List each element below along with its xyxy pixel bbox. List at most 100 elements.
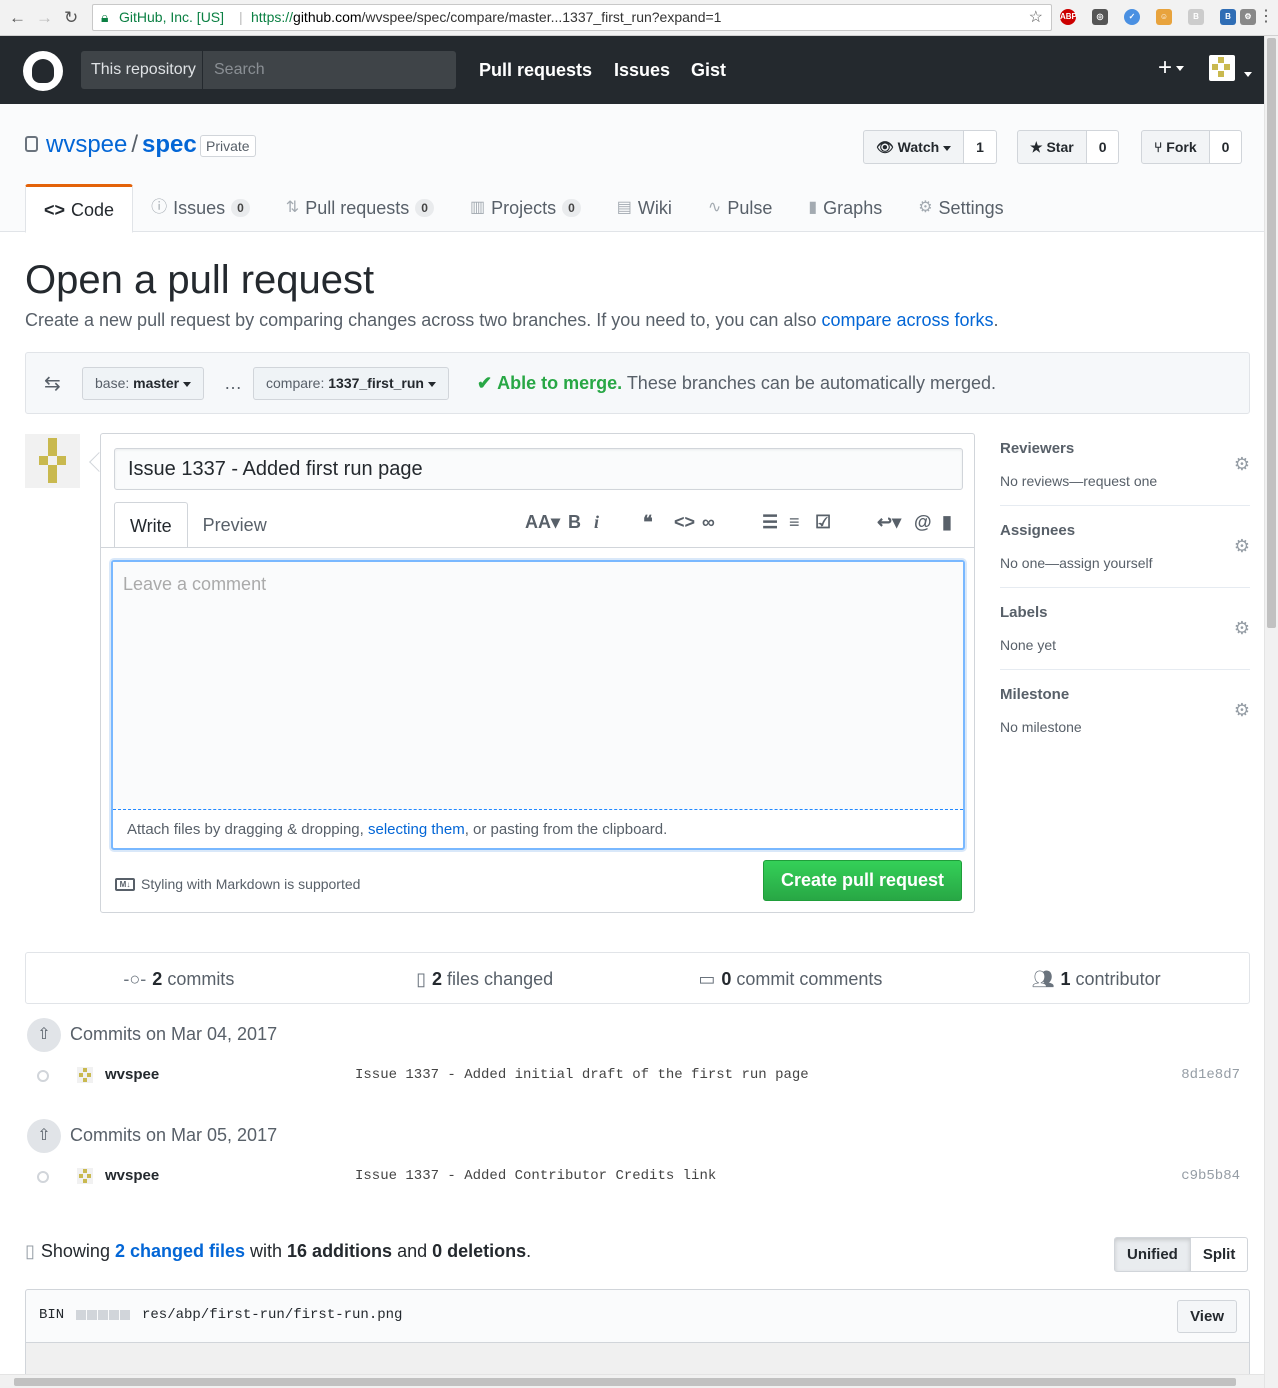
view-file-button[interactable]: View xyxy=(1177,1300,1237,1333)
star-count[interactable]: 0 xyxy=(1086,130,1120,164)
mention-icon[interactable]: @ xyxy=(914,512,932,533)
tab-write[interactable]: Write xyxy=(114,502,188,548)
compare-forks-link[interactable]: compare across forks xyxy=(821,310,993,330)
commit-author[interactable]: wvspee xyxy=(105,1167,159,1184)
file-path[interactable]: res/abp/first-run/first-run.png xyxy=(142,1307,402,1323)
base-branch-select[interactable]: base: master xyxy=(82,367,205,400)
user-menu-caret-icon[interactable] xyxy=(1240,65,1252,81)
quote-icon[interactable]: ❝ xyxy=(643,512,653,533)
commit-author[interactable]: wvspee xyxy=(105,1066,159,1083)
watch-button[interactable]: 👁︎ Watch xyxy=(863,130,965,164)
tab-issues[interactable]: ⓘ Issues 0 xyxy=(133,184,268,232)
pulse-icon: ∿ xyxy=(707,199,722,216)
comment-textarea[interactable] xyxy=(113,562,963,810)
contributors-summary[interactable]: 👥︎ 1 contributor xyxy=(943,953,1249,1003)
user-avatar[interactable] xyxy=(1209,55,1235,81)
extension-icon[interactable]: B xyxy=(1220,9,1236,25)
changed-files-link[interactable]: 2 changed files xyxy=(115,1241,245,1261)
extension-icon[interactable]: ☺ xyxy=(1156,9,1172,25)
extension-icon[interactable]: B xyxy=(1188,9,1204,25)
assignees-value[interactable]: No one—assign yourself xyxy=(1000,555,1250,571)
adblock-extension-icon[interactable]: ABP xyxy=(1060,9,1077,25)
bookmark-icon[interactable]: ▮ xyxy=(942,512,952,533)
commit-message[interactable]: Issue 1337 - Added initial draft of the … xyxy=(355,1067,809,1083)
assignees-section: Assignees No one—assign yourself ⚙ xyxy=(1000,522,1250,588)
unified-view-button[interactable]: Unified xyxy=(1114,1237,1191,1272)
repo-name-link[interactable]: spec xyxy=(142,131,197,158)
merge-status: ✔ Able to merge. These branches can be a… xyxy=(477,373,997,393)
extension-icon[interactable]: ⚙ xyxy=(1240,9,1256,25)
horizontal-scrollbar[interactable] xyxy=(0,1374,1264,1388)
back-icon[interactable]: ← xyxy=(9,9,26,27)
bold-icon[interactable]: B xyxy=(568,512,581,533)
issue-icon: ⓘ xyxy=(151,199,168,216)
tab-wiki[interactable]: ▤ Wiki xyxy=(599,184,690,232)
bookmark-star-icon[interactable]: ☆ xyxy=(1029,5,1043,30)
files-summary[interactable]: ▯ 2 files changed xyxy=(332,953,638,1003)
browser-menu-icon[interactable]: ⋮ xyxy=(1258,8,1274,26)
reload-icon[interactable]: ↻ xyxy=(64,9,78,27)
commit-sha[interactable]: c9b5b84 xyxy=(1181,1168,1240,1184)
star-button[interactable]: ★ Star xyxy=(1017,130,1087,164)
extension-icon[interactable]: ◎ xyxy=(1092,9,1108,25)
link-icon[interactable]: ∞ xyxy=(702,512,715,533)
compare-branch-select[interactable]: compare: 1337_first_run xyxy=(253,367,449,400)
scrollbar-thumb[interactable] xyxy=(14,1378,1236,1386)
tab-pulse[interactable]: ∿ Pulse xyxy=(690,184,790,232)
fork-count[interactable]: 0 xyxy=(1209,130,1243,164)
tab-preview[interactable]: Preview xyxy=(188,502,282,548)
tab-projects[interactable]: ▥ Projects 0 xyxy=(452,184,599,232)
comments-summary[interactable]: ▭ 0 commit comments xyxy=(638,953,944,1003)
search-scope[interactable]: This repository xyxy=(81,51,203,89)
reply-icon[interactable]: ↩▾ xyxy=(877,512,901,533)
create-pull-request-button[interactable]: Create pull request xyxy=(763,860,962,901)
star-icon: ★ xyxy=(1030,139,1043,155)
commit-message[interactable]: Issue 1337 - Added Contributor Credits l… xyxy=(355,1168,716,1184)
forward-icon[interactable]: → xyxy=(36,9,53,27)
tab-graphs[interactable]: ▮ Graphs xyxy=(790,184,900,232)
commit-dot-icon xyxy=(37,1070,49,1082)
secure-lock-icon: 🔒︎ xyxy=(101,9,109,25)
extension-icon[interactable]: ✓ xyxy=(1124,9,1140,25)
tab-code[interactable]: <> Code xyxy=(25,184,134,233)
numbered-list-icon[interactable]: ≡ xyxy=(789,512,800,533)
scrollbar-thumb[interactable] xyxy=(1267,38,1276,628)
create-new-icon[interactable]: + xyxy=(1158,56,1185,80)
milestone-heading: Milestone xyxy=(1000,686,1070,703)
text-size-icon[interactable]: AA▾ xyxy=(525,512,560,533)
gear-icon[interactable]: ⚙ xyxy=(1234,700,1250,721)
task-list-icon[interactable]: ☑ xyxy=(815,512,831,533)
select-files-link[interactable]: selecting them xyxy=(368,821,465,838)
repo-tabs: <> Code ⓘ Issues 0 ⇅ Pull requests 0 ▥ Project… xyxy=(25,184,1022,233)
code-icon[interactable]: <> xyxy=(674,512,695,533)
commit-sha[interactable]: 8d1e8d7 xyxy=(1181,1067,1240,1083)
gear-icon[interactable]: ⚙ xyxy=(1234,536,1250,557)
reviewers-value[interactable]: No reviews—request one xyxy=(1000,473,1250,489)
italic-icon[interactable]: i xyxy=(594,512,599,533)
gear-icon[interactable]: ⚙ xyxy=(1234,454,1250,475)
commit-author-avatar[interactable] xyxy=(77,1168,93,1184)
author-avatar[interactable] xyxy=(25,434,80,488)
tab-settings[interactable]: ⚙ Settings xyxy=(900,184,1021,232)
reviewers-section: Reviewers No reviews—request one ⚙ xyxy=(1000,440,1250,506)
address-bar[interactable]: 🔒︎ GitHub, Inc. [US] | https://github.co… xyxy=(92,4,1052,31)
fork-button[interactable]: ⑂ Fork xyxy=(1141,130,1210,164)
gear-icon[interactable]: ⚙ xyxy=(1234,618,1250,639)
nav-issues[interactable]: Issues xyxy=(614,60,670,81)
repo-owner-link[interactable]: wvspee xyxy=(46,131,127,158)
github-logo-icon[interactable] xyxy=(23,51,63,91)
pr-title-input[interactable] xyxy=(114,448,963,490)
commits-summary[interactable]: -○- 2 commits xyxy=(26,953,332,1003)
bulleted-list-icon[interactable]: ☰ xyxy=(762,512,778,533)
nav-gist[interactable]: Gist xyxy=(691,60,726,81)
nav-pull-requests[interactable]: Pull requests xyxy=(479,60,592,81)
fork-icon: ⑂ xyxy=(1154,139,1163,155)
tab-pull-requests[interactable]: ⇅ Pull requests 0 xyxy=(268,184,452,232)
commit-author-avatar[interactable] xyxy=(77,1067,93,1083)
search-input[interactable] xyxy=(204,51,456,89)
site-header: This repository Pull requests Issues Gis… xyxy=(0,36,1264,104)
vertical-scrollbar[interactable] xyxy=(1264,36,1278,1388)
watch-count[interactable]: 1 xyxy=(964,130,997,164)
split-view-button[interactable]: Split xyxy=(1190,1237,1249,1272)
star-group: ★ Star 0 xyxy=(1017,130,1120,164)
